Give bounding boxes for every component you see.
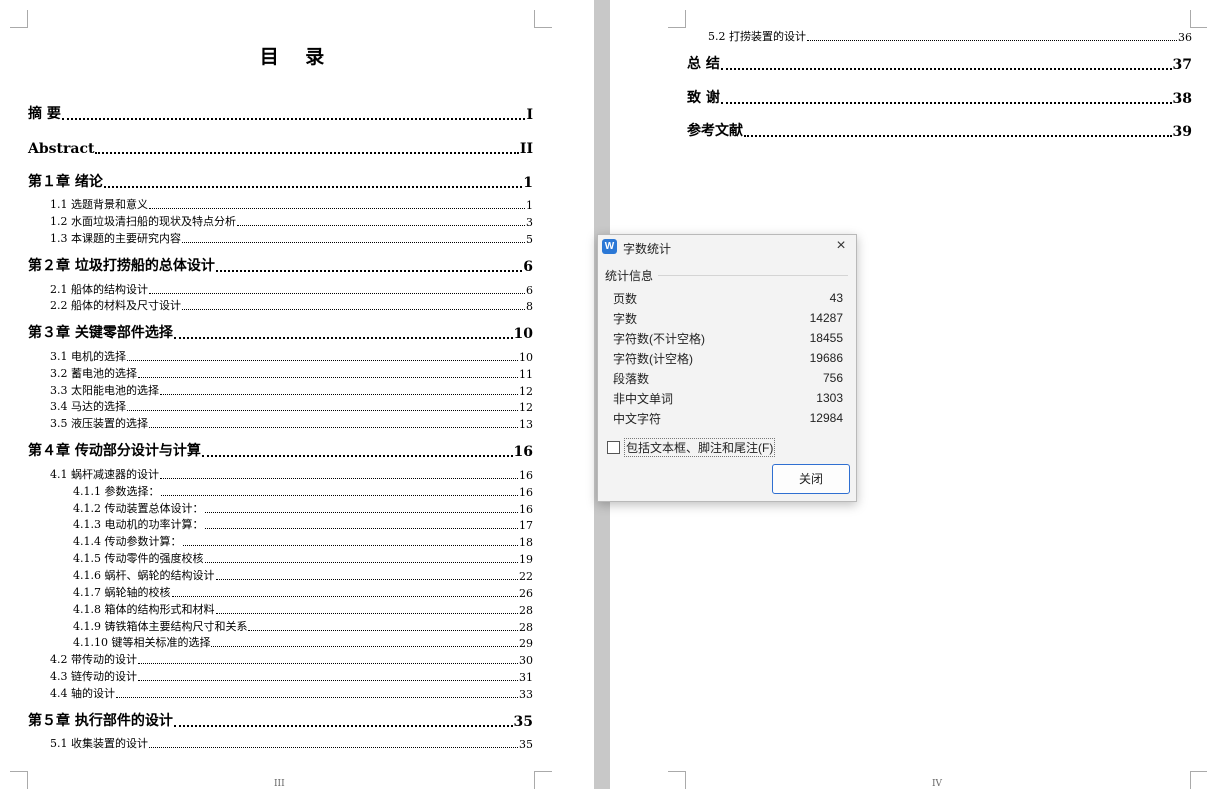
toc-entry[interactable]: 参考文献 39 xyxy=(687,120,1192,140)
toc-entry[interactable]: 3.3 太阳能电池的选择 12 xyxy=(50,383,533,398)
toc-entry[interactable]: 4.4 轴的设计 33 xyxy=(50,686,533,701)
toc-entry[interactable]: 4.1.1 参数选择： 16 xyxy=(73,484,533,499)
toc-entry[interactable]: 2.2 船体的材料及尺寸设计 8 xyxy=(50,298,533,313)
corner-mark xyxy=(10,771,28,789)
toc-entry[interactable]: Abstract II xyxy=(28,137,533,157)
toc-entry[interactable]: 4.1.2 传动装置总体设计： 16 xyxy=(73,501,533,516)
word-count-dialog: W 字数统计 × 统计信息 页数 43 字数 14287 字符数(不计空格) 1845… xyxy=(597,234,857,502)
dialog-title-bar[interactable]: W 字数统计 × xyxy=(598,235,856,259)
toc-entry[interactable]: 4.2 带传动的设计 30 xyxy=(50,652,533,667)
toc-entry[interactable]: 3.2 蓄电池的选择 11 xyxy=(50,366,533,381)
include-textbox-checkbox-row[interactable]: 包括文本框、脚注和尾注(F) xyxy=(607,438,776,457)
toc-entry[interactable]: 5.1 收集装置的设计 35 xyxy=(50,736,533,751)
stat-row: 字符数(计空格) 19686 xyxy=(613,351,843,366)
stat-row: 页数 43 xyxy=(613,291,843,306)
close-icon[interactable]: × xyxy=(832,237,850,255)
group-divider xyxy=(658,275,848,276)
toc-title: 目 录 xyxy=(259,46,335,68)
checkbox-label[interactable]: 包括文本框、脚注和尾注(F) xyxy=(624,438,776,457)
toc-entry[interactable]: 3.1 电机的选择 10 xyxy=(50,349,533,364)
toc-entry[interactable]: 4.1.3 电动机的功率计算： 17 xyxy=(73,517,533,532)
include-textbox-checkbox[interactable] xyxy=(607,441,620,454)
toc-entry[interactable]: 致 谢 38 xyxy=(687,87,1192,107)
stat-row: 非中文单词 1303 xyxy=(613,391,843,406)
page-number: III xyxy=(274,779,285,789)
stat-row: 字数 14287 xyxy=(613,311,843,326)
stat-row: 字符数(不计空格) 18455 xyxy=(613,331,843,346)
dialog-title: 字数统计 xyxy=(623,242,672,256)
close-button[interactable]: 关闭 xyxy=(772,464,850,494)
corner-mark xyxy=(668,10,686,28)
toc-entry[interactable]: 第２章 垃圾打捞船的总体设计 6 xyxy=(28,255,533,275)
toc-entry[interactable]: 4.1.6 蜗杆、蜗轮的结构设计 22 xyxy=(73,568,533,583)
toc-entry[interactable]: 2.1 船体的结构设计 6 xyxy=(50,282,533,297)
corner-mark xyxy=(668,771,686,789)
stat-row: 段落数 756 xyxy=(613,371,843,386)
toc-entry[interactable]: 第４章 传动部分设计与计算 16 xyxy=(28,440,533,460)
corner-mark xyxy=(10,10,28,28)
toc-entry[interactable]: 第５章 执行部件的设计 35 xyxy=(28,710,533,730)
stat-row: 中文字符 12984 xyxy=(613,411,843,426)
toc-entry[interactable]: 4.1.7 蜗轮轴的校核 26 xyxy=(73,585,533,600)
app-logo-icon: W xyxy=(602,239,617,254)
toc-entry[interactable]: 总 结 37 xyxy=(687,53,1192,73)
corner-mark xyxy=(1190,10,1207,28)
toc-entry[interactable]: 4.1.5 传动零件的强度校核 19 xyxy=(73,551,533,566)
toc-entry[interactable]: 第３章 关键零部件选择 10 xyxy=(28,322,533,342)
toc-entry[interactable]: 4.1 蜗杆减速器的设计 16 xyxy=(50,467,533,482)
toc-entry[interactable]: 4.3 链传动的设计 31 xyxy=(50,669,533,684)
document-page-left: 目 录 摘 要I Abstract II 第１章 绪论 1 1.1 选题背景和意义 1… xyxy=(0,0,594,789)
toc-entry[interactable]: 摘 要I xyxy=(28,103,533,123)
toc-entry[interactable]: 3.4 马达的选择 12 xyxy=(50,399,533,414)
stats-group-label: 统计信息 xyxy=(605,269,654,283)
page-number: IV xyxy=(932,779,943,789)
corner-mark xyxy=(534,10,552,28)
corner-mark xyxy=(1190,771,1207,789)
toc-entry[interactable]: 1.3 本课题的主要研究内容 5 xyxy=(50,231,533,246)
toc-entry[interactable]: 1.2 水面垃圾清扫船的现状及特点分析 3 xyxy=(50,214,533,229)
toc-entry[interactable]: 1.1 选题背景和意义 1 xyxy=(50,197,533,212)
toc-entry[interactable]: 4.1.9 铸铁箱体主要结构尺寸和关系 28 xyxy=(73,619,533,634)
toc-entry[interactable]: 4.1.4 传动参数计算： 18 xyxy=(73,534,533,549)
toc-entry[interactable]: 4.1.10 键等相关标准的选择 29 xyxy=(73,635,533,650)
corner-mark xyxy=(534,771,552,789)
toc-entry[interactable]: 5.2 打捞装置的设计 36 xyxy=(708,29,1192,44)
toc-entry[interactable]: 第１章 绪论 1 xyxy=(28,171,533,191)
toc-entry[interactable]: 3.5 液压装置的选择 13 xyxy=(50,416,533,431)
toc-entry[interactable]: 4.1.8 箱体的结构形式和材料 28 xyxy=(73,602,533,617)
